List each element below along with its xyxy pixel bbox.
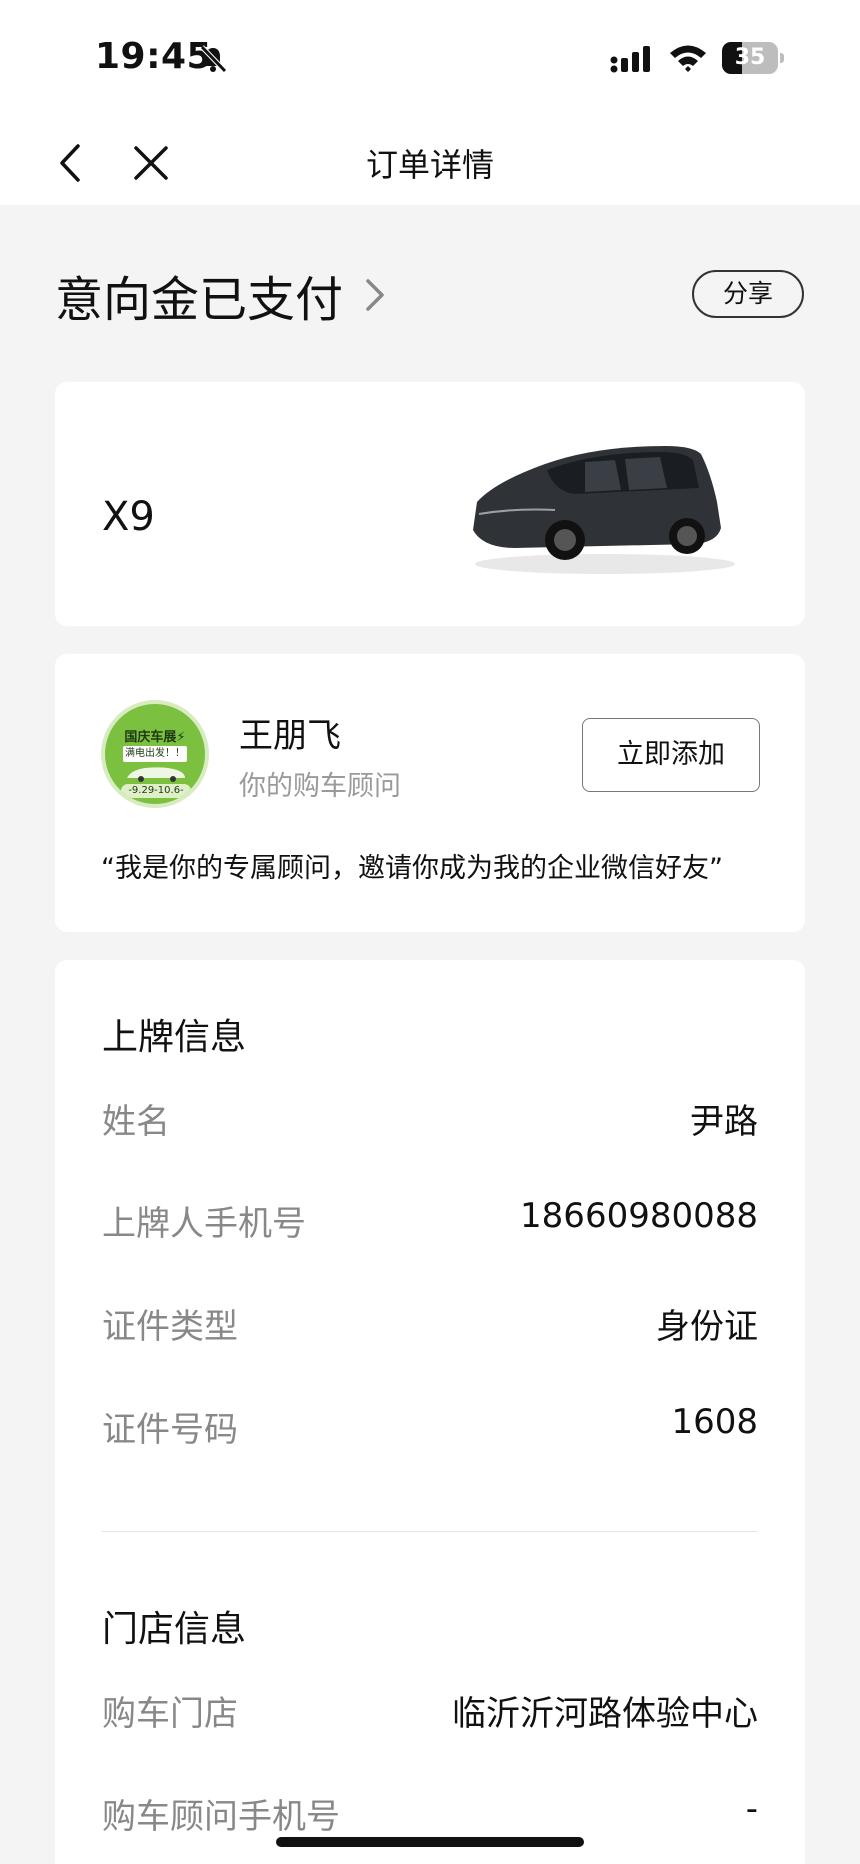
avatar-line2: 满电出发！！ bbox=[123, 746, 187, 762]
plate-row-label: 姓名 bbox=[102, 1102, 170, 1142]
store-row-label: 购车顾问手机号 bbox=[102, 1797, 340, 1837]
avatar: 国庆车展⚡ 满电出发！！ -9.29-10.6- bbox=[101, 700, 209, 808]
cellular-signal-icon bbox=[610, 46, 650, 73]
advisor-role: 你的购车顾问 bbox=[239, 771, 401, 802]
order-status-title: 意向金已支付 bbox=[55, 272, 344, 328]
home-indicator[interactable] bbox=[276, 1837, 584, 1847]
status-bar: 19:45 35 订单详情 bbox=[0, 0, 860, 205]
plate-row-label: 证件类型 bbox=[102, 1307, 238, 1347]
car-card: X9 bbox=[55, 382, 805, 626]
car-image bbox=[473, 446, 735, 574]
advisor-card: 国庆车展⚡ 满电出发！！ -9.29-10.6- 王朋飞 你的购车顾问 立即添加… bbox=[55, 654, 805, 932]
info-card: 上牌信息 姓名 尹路 上牌人手机号 18660980088 证件类型 身份证 证… bbox=[55, 960, 805, 1864]
page-title: 订单详情 bbox=[365, 146, 494, 184]
advisor-quote: “我是你的专属顾问，邀请你成为我的企业微信好友” bbox=[101, 853, 723, 884]
divider bbox=[102, 1531, 758, 1532]
battery-icon: 35 bbox=[722, 42, 784, 74]
share-button[interactable]: 分享 bbox=[692, 270, 804, 318]
order-status[interactable]: 意向金已支付 bbox=[55, 260, 390, 330]
plate-info-title: 上牌信息 bbox=[102, 1017, 247, 1058]
plate-row-value: 尹路 bbox=[690, 1102, 758, 1142]
bell-muted-icon bbox=[200, 45, 227, 73]
store-row-value: 临沂沂河路体验中心 bbox=[452, 1694, 758, 1734]
plate-row-label: 上牌人手机号 bbox=[102, 1204, 306, 1244]
store-row-value: - bbox=[745, 1789, 758, 1829]
add-advisor-button[interactable]: 立即添加 bbox=[582, 718, 760, 792]
car-model: X9 bbox=[102, 494, 155, 540]
store-info-title: 门店信息 bbox=[102, 1609, 247, 1650]
advisor-name: 王朋飞 bbox=[239, 716, 341, 756]
plate-row-value: 身份证 bbox=[656, 1307, 758, 1347]
nav-bar: 订单详情 bbox=[0, 120, 860, 205]
plate-row-value: 1608 bbox=[671, 1402, 758, 1442]
avatar-line1: 国庆车展⚡ bbox=[124, 730, 186, 745]
store-row-label: 购车门店 bbox=[102, 1694, 238, 1734]
battery-percent: 35 bbox=[734, 45, 766, 70]
chevron-right-icon bbox=[366, 279, 384, 311]
wifi-icon bbox=[670, 45, 706, 72]
car-mini-icon bbox=[127, 767, 185, 782]
plate-row-value: 18660980088 bbox=[520, 1196, 758, 1236]
avatar-line3: -9.29-10.6- bbox=[121, 784, 191, 798]
plate-row-label: 证件号码 bbox=[102, 1410, 238, 1450]
status-time: 19:45 bbox=[95, 36, 213, 77]
